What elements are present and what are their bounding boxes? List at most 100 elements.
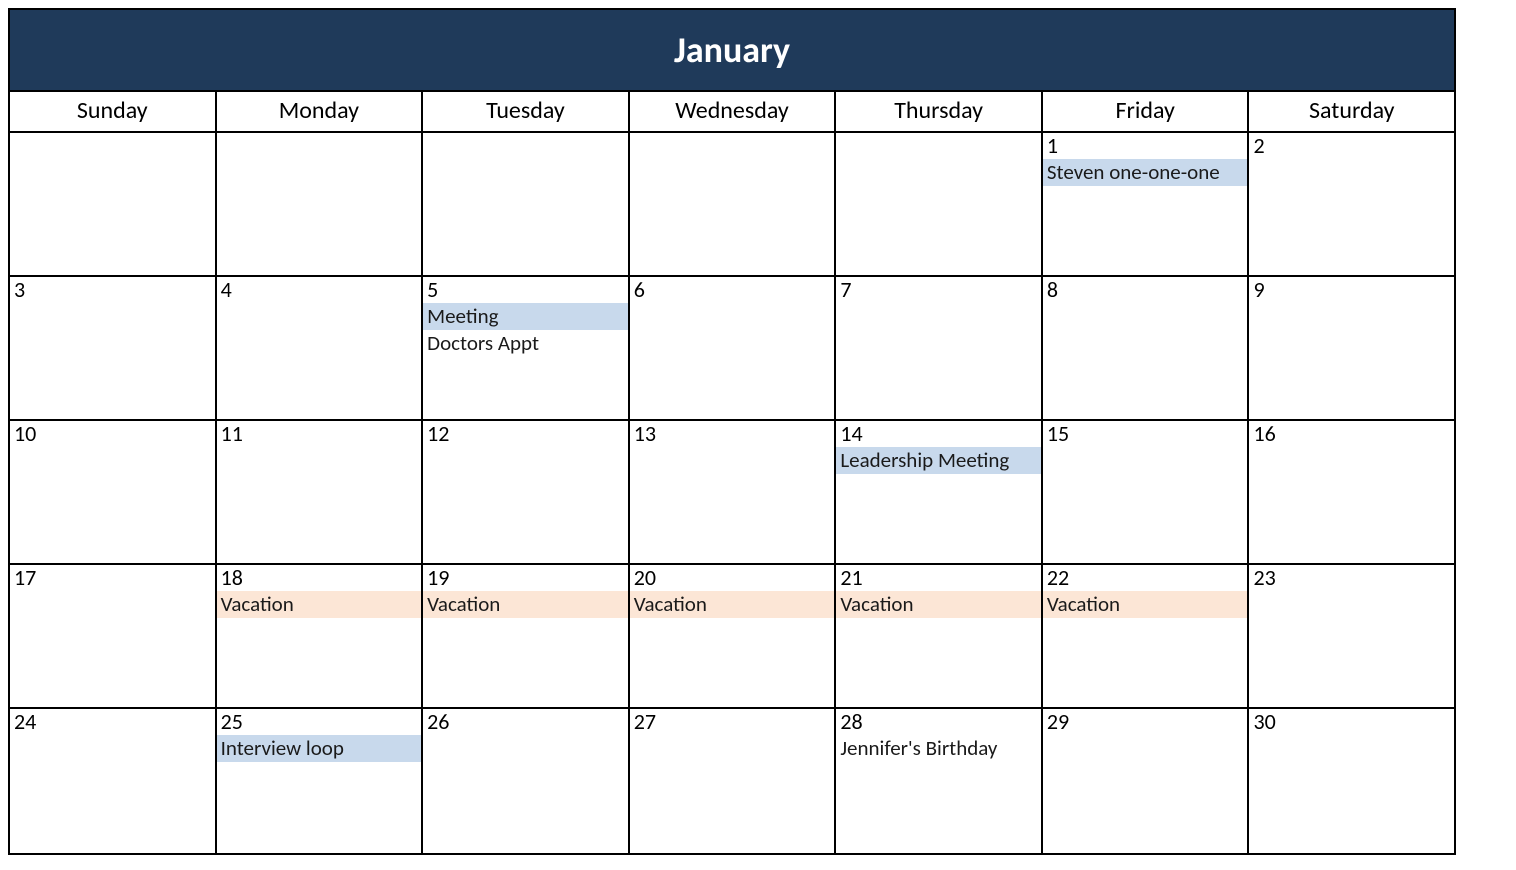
day-number: 19 bbox=[423, 565, 628, 591]
day-events: Steven one-one-one bbox=[1043, 159, 1248, 185]
day-events: Vacation bbox=[1043, 591, 1248, 617]
day-cell[interactable]: 20Vacation bbox=[630, 565, 837, 707]
day-number: 10 bbox=[10, 421, 215, 447]
day-number: 4 bbox=[217, 277, 422, 303]
day-cell[interactable]: 26 bbox=[423, 709, 630, 853]
day-number: 1 bbox=[1043, 133, 1248, 159]
day-number: 26 bbox=[423, 709, 628, 735]
day-cell[interactable]: 27 bbox=[630, 709, 837, 853]
day-events: MeetingDoctors Appt bbox=[423, 303, 628, 356]
day-number: 29 bbox=[1043, 709, 1248, 735]
day-cell[interactable] bbox=[630, 133, 837, 275]
day-cell[interactable]: 15 bbox=[1043, 421, 1250, 563]
weekday-header: Saturday bbox=[1249, 92, 1454, 131]
week-row: 345MeetingDoctors Appt6789 bbox=[10, 277, 1454, 421]
day-cell[interactable]: 22Vacation bbox=[1043, 565, 1250, 707]
day-number: 14 bbox=[836, 421, 1041, 447]
day-cell[interactable] bbox=[217, 133, 424, 275]
day-number: 18 bbox=[217, 565, 422, 591]
day-cell[interactable]: 13 bbox=[630, 421, 837, 563]
day-cell[interactable]: 11 bbox=[217, 421, 424, 563]
day-events: Vacation bbox=[217, 591, 422, 617]
day-number: 15 bbox=[1043, 421, 1248, 447]
calendar-event[interactable]: Jennifer's Birthday bbox=[836, 735, 1041, 761]
day-events: Vacation bbox=[630, 591, 835, 617]
day-number: 3 bbox=[10, 277, 215, 303]
calendar: January Sunday Monday Tuesday Wednesday … bbox=[8, 8, 1456, 855]
calendar-event[interactable]: Steven one-one-one bbox=[1043, 159, 1248, 185]
day-number: 27 bbox=[630, 709, 835, 735]
day-number: 11 bbox=[217, 421, 422, 447]
day-number: 21 bbox=[836, 565, 1041, 591]
day-number: 8 bbox=[1043, 277, 1248, 303]
day-cell[interactable]: 14Leadership Meeting bbox=[836, 421, 1043, 563]
week-row: 2425Interview loop262728Jennifer's Birth… bbox=[10, 709, 1454, 853]
day-number: 24 bbox=[10, 709, 215, 735]
day-cell[interactable]: 7 bbox=[836, 277, 1043, 419]
day-cell[interactable]: 16 bbox=[1249, 421, 1454, 563]
day-cell[interactable]: 24 bbox=[10, 709, 217, 853]
day-cell[interactable]: 3 bbox=[10, 277, 217, 419]
day-cell[interactable] bbox=[10, 133, 217, 275]
week-row: 1Steven one-one-one2 bbox=[10, 133, 1454, 277]
calendar-event[interactable]: Vacation bbox=[1043, 591, 1248, 617]
day-cell[interactable]: 17 bbox=[10, 565, 217, 707]
day-cell[interactable]: 21Vacation bbox=[836, 565, 1043, 707]
day-cell[interactable]: 5MeetingDoctors Appt bbox=[423, 277, 630, 419]
day-cell[interactable]: 1Steven one-one-one bbox=[1043, 133, 1250, 275]
day-cell[interactable]: 4 bbox=[217, 277, 424, 419]
weekday-header: Monday bbox=[217, 92, 424, 131]
weekday-header: Wednesday bbox=[630, 92, 837, 131]
calendar-event[interactable]: Meeting bbox=[423, 303, 628, 329]
day-cell[interactable]: 8 bbox=[1043, 277, 1250, 419]
day-events: Jennifer's Birthday bbox=[836, 735, 1041, 761]
day-cell[interactable]: 28Jennifer's Birthday bbox=[836, 709, 1043, 853]
day-cell[interactable]: 9 bbox=[1249, 277, 1454, 419]
day-number: 28 bbox=[836, 709, 1041, 735]
day-number: 17 bbox=[10, 565, 215, 591]
day-number: 9 bbox=[1249, 277, 1454, 303]
day-number: 30 bbox=[1249, 709, 1454, 735]
day-cell[interactable]: 18Vacation bbox=[217, 565, 424, 707]
weekday-header: Tuesday bbox=[423, 92, 630, 131]
calendar-event[interactable]: Vacation bbox=[836, 591, 1041, 617]
week-row: 1011121314Leadership Meeting1516 bbox=[10, 421, 1454, 565]
day-events: Leadership Meeting bbox=[836, 447, 1041, 473]
day-cell[interactable]: 12 bbox=[423, 421, 630, 563]
weeks-container: 1Steven one-one-one2345MeetingDoctors Ap… bbox=[10, 133, 1454, 853]
day-cell[interactable]: 10 bbox=[10, 421, 217, 563]
calendar-event[interactable]: Interview loop bbox=[217, 735, 422, 761]
calendar-event[interactable]: Vacation bbox=[423, 591, 628, 617]
day-cell[interactable] bbox=[836, 133, 1043, 275]
calendar-event[interactable]: Vacation bbox=[217, 591, 422, 617]
day-number: 23 bbox=[1249, 565, 1454, 591]
weekday-header: Friday bbox=[1043, 92, 1250, 131]
day-cell[interactable]: 29 bbox=[1043, 709, 1250, 853]
weekday-header-row: Sunday Monday Tuesday Wednesday Thursday… bbox=[10, 92, 1454, 133]
day-cell[interactable]: 2 bbox=[1249, 133, 1454, 275]
calendar-event[interactable]: Doctors Appt bbox=[423, 330, 628, 356]
day-number: 7 bbox=[836, 277, 1041, 303]
day-number: 13 bbox=[630, 421, 835, 447]
calendar-event[interactable]: Leadership Meeting bbox=[836, 447, 1041, 473]
weekday-header: Sunday bbox=[10, 92, 217, 131]
day-number: 12 bbox=[423, 421, 628, 447]
day-cell[interactable]: 23 bbox=[1249, 565, 1454, 707]
day-number: 2 bbox=[1249, 133, 1454, 159]
calendar-event[interactable]: Vacation bbox=[630, 591, 835, 617]
day-cell[interactable]: 30 bbox=[1249, 709, 1454, 853]
day-number: 6 bbox=[630, 277, 835, 303]
day-cell[interactable]: 19Vacation bbox=[423, 565, 630, 707]
day-cell[interactable]: 25Interview loop bbox=[217, 709, 424, 853]
day-cell[interactable]: 6 bbox=[630, 277, 837, 419]
day-number: 5 bbox=[423, 277, 628, 303]
week-row: 1718Vacation19Vacation20Vacation21Vacati… bbox=[10, 565, 1454, 709]
day-events: Vacation bbox=[836, 591, 1041, 617]
day-events: Interview loop bbox=[217, 735, 422, 761]
day-number: 16 bbox=[1249, 421, 1454, 447]
day-number: 25 bbox=[217, 709, 422, 735]
day-number: 20 bbox=[630, 565, 835, 591]
day-events: Vacation bbox=[423, 591, 628, 617]
weekday-header: Thursday bbox=[836, 92, 1043, 131]
day-cell[interactable] bbox=[423, 133, 630, 275]
